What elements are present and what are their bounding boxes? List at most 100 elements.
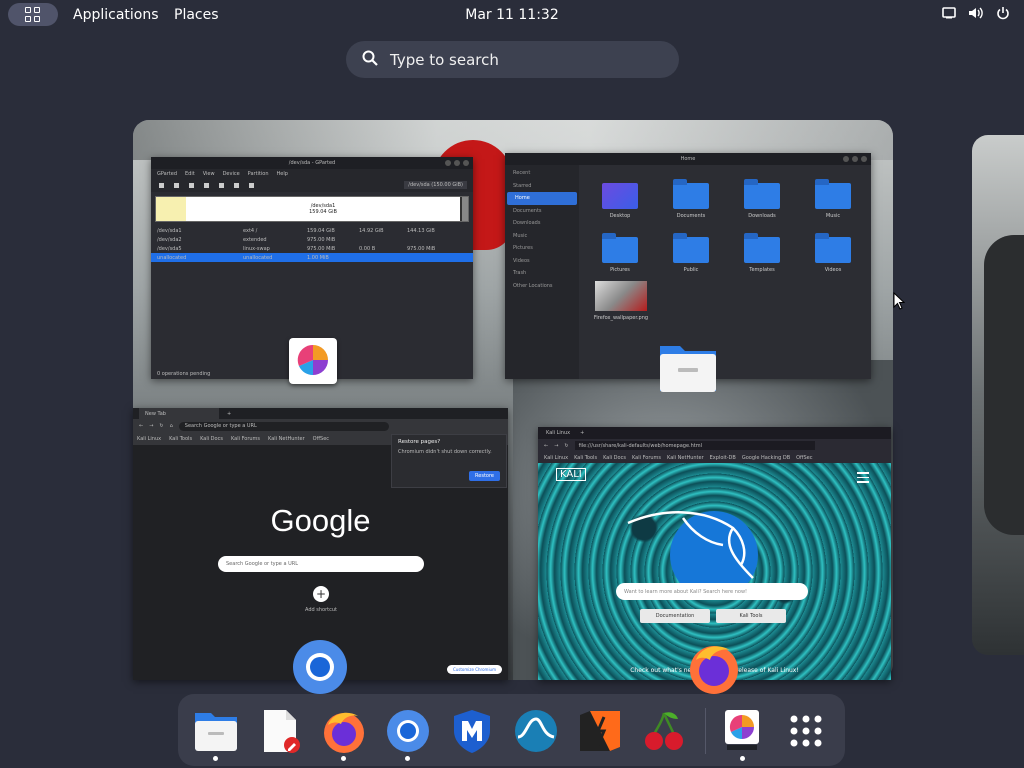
copy-icon[interactable] [204, 182, 209, 188]
dock-files-icon[interactable] [192, 707, 240, 755]
toolbar[interactable]: /dev/sda (150.00 GiB) [151, 178, 473, 192]
tab-strip[interactable]: New Tab + [133, 408, 508, 419]
google-search-input[interactable]: Search Google or type a URL [218, 556, 424, 572]
sidebar-item-home[interactable]: Home [507, 192, 577, 205]
bookmark[interactable]: Kali Docs [603, 455, 626, 461]
menu-bar[interactable]: GParted Edit View Device Partition Help [151, 169, 473, 178]
window-controls[interactable] [843, 156, 867, 162]
back-icon[interactable]: ← [139, 423, 143, 429]
volume-icon[interactable] [968, 6, 984, 20]
dock-burpsuite-icon[interactable] [576, 707, 624, 755]
customize-button[interactable]: Customize Chromium [446, 665, 502, 674]
next-workspace-thumbnail[interactable] [972, 135, 1024, 655]
sidebar-item-other-locations[interactable]: Other Locations [505, 280, 579, 293]
bookmark[interactable]: Kali NetHunter [268, 436, 305, 442]
folder-pictures[interactable]: Pictures [595, 233, 645, 273]
menu-item[interactable]: Partition [248, 171, 269, 177]
menu-item[interactable]: Edit [185, 171, 195, 177]
dock-show-applications-icon[interactable] [782, 707, 830, 755]
dock-wireshark-icon[interactable] [512, 707, 560, 755]
files-sidebar[interactable]: Recent Starred Home Documents Downloads … [505, 165, 579, 379]
restore-button[interactable]: Restore [469, 471, 500, 481]
bookmark[interactable]: Kali Linux [137, 436, 161, 442]
add-shortcut-icon[interactable]: + [313, 586, 329, 602]
menu-item[interactable]: Device [223, 171, 240, 177]
dock-cherrytree-icon[interactable] [640, 707, 688, 755]
bookmark[interactable]: OffSec [313, 436, 329, 442]
device-selector[interactable]: /dev/sda (150.00 GiB) [404, 181, 467, 189]
sidebar-item-documents[interactable]: Documents [505, 205, 579, 218]
bookmark[interactable]: Kali Tools [169, 436, 192, 442]
forward-icon[interactable]: → [554, 443, 558, 449]
system-tray[interactable] [942, 6, 1010, 20]
dock-firefox-icon[interactable] [320, 707, 368, 755]
folder-music[interactable]: Music [808, 179, 858, 219]
tab-strip[interactable]: Kali Linux + [538, 427, 891, 439]
home-icon[interactable]: ⌂ [170, 423, 173, 429]
back-icon[interactable]: ← [544, 443, 548, 449]
folder-public[interactable]: Public [666, 233, 716, 273]
dock-text-editor-icon[interactable] [256, 707, 304, 755]
address-bar[interactable]: ← → ↻ file:///usr/share/kali-defaults/we… [538, 439, 891, 452]
documentation-button[interactable]: Documentation [640, 609, 710, 623]
omnibox[interactable]: Search Google or type a URL [178, 421, 389, 431]
restore-dialog[interactable]: Restore pages? Chromium didn't shut down… [391, 434, 507, 488]
sidebar-item-music[interactable]: Music [505, 230, 579, 243]
bookmark[interactable]: Kali NetHunter [667, 455, 704, 461]
bookmark[interactable]: Kali Forums [632, 455, 661, 461]
address-bar[interactable]: ← → ↻ ⌂ Search Google or type a URL [133, 419, 508, 433]
sidebar-item-videos[interactable]: Videos [505, 255, 579, 268]
power-icon[interactable] [996, 6, 1010, 20]
window-titlebar[interactable]: /dev/sda - GParted [151, 157, 473, 169]
bookmark[interactable]: Kali Docs [200, 436, 223, 442]
bookmarks-bar[interactable]: Kali Linux Kali Tools Kali Docs Kali For… [538, 452, 891, 463]
new-tab-button[interactable]: + [227, 411, 231, 417]
kali-logo[interactable]: KALI [556, 468, 586, 481]
search-input[interactable]: Type to search [346, 41, 679, 78]
bookmark[interactable]: Kali Linux [544, 455, 568, 461]
bookmark[interactable]: Google Hacking DB [742, 455, 790, 461]
dock-gparted-icon[interactable] [718, 707, 766, 755]
sidebar-item-downloads[interactable]: Downloads [505, 217, 579, 230]
folder-documents[interactable]: Documents [666, 179, 716, 219]
places-menu[interactable]: Places [174, 7, 219, 23]
window-controls[interactable] [445, 160, 469, 166]
forward-icon[interactable]: → [149, 423, 153, 429]
clock[interactable]: Mar 11 11:32 [465, 7, 558, 23]
delete-icon[interactable] [174, 182, 179, 188]
screen-icon[interactable] [942, 7, 956, 19]
reload-icon[interactable]: ↻ [159, 423, 163, 429]
folder-desktop[interactable]: Desktop [595, 183, 645, 219]
kali-search-input[interactable]: Want to learn more about Kali? Search he… [616, 583, 808, 600]
reload-icon[interactable]: ↻ [564, 443, 568, 449]
partition-graph[interactable]: /dev/sda1 159.04 GiB [155, 196, 469, 222]
sidebar-item-pictures[interactable]: Pictures [505, 242, 579, 255]
bookmark[interactable]: Kali Forums [231, 436, 260, 442]
tab-new-tab[interactable]: New Tab [139, 408, 219, 419]
activities-button[interactable] [8, 3, 58, 26]
folder-videos[interactable]: Videos [808, 233, 858, 273]
dock-metasploit-icon[interactable] [448, 707, 496, 755]
sidebar-item-starred[interactable]: Starred [505, 180, 579, 193]
undo-icon[interactable] [234, 182, 239, 188]
table-row[interactable]: /dev/sda1 ext4 /159.04 GiB 14.92 GiB 144.13… [151, 226, 473, 235]
folder-downloads[interactable]: Downloads [737, 179, 787, 219]
sidebar-item-recent[interactable]: Recent [505, 167, 579, 180]
menu-item[interactable]: Help [277, 171, 288, 177]
table-row[interactable]: /dev/sda5 linux-swap 975.00 MiB 0.00 B 975.0… [151, 244, 473, 253]
table-row[interactable]: /dev/sda2 extended 975.00 MiB [151, 235, 473, 244]
new-icon[interactable] [159, 182, 164, 188]
dock-chromium-icon[interactable] [384, 707, 432, 755]
sidebar-item-trash[interactable]: Trash [505, 267, 579, 280]
bookmark[interactable]: Exploit-DB [710, 455, 736, 461]
tab-kali-linux[interactable]: Kali Linux [546, 430, 570, 436]
file-wallpaper[interactable]: Firefox_wallpaper.png [593, 281, 649, 321]
hamburger-menu-icon[interactable] [857, 472, 869, 486]
menu-item[interactable]: View [203, 171, 215, 177]
new-tab-button[interactable]: + [580, 430, 584, 436]
menu-item[interactable]: GParted [157, 171, 177, 177]
table-row-selected[interactable]: unallocated unallocated 1.00 MiB [151, 253, 473, 262]
applications-menu[interactable]: Applications [73, 7, 159, 23]
bookmark[interactable]: OffSec [796, 455, 812, 461]
paste-icon[interactable] [219, 182, 224, 188]
